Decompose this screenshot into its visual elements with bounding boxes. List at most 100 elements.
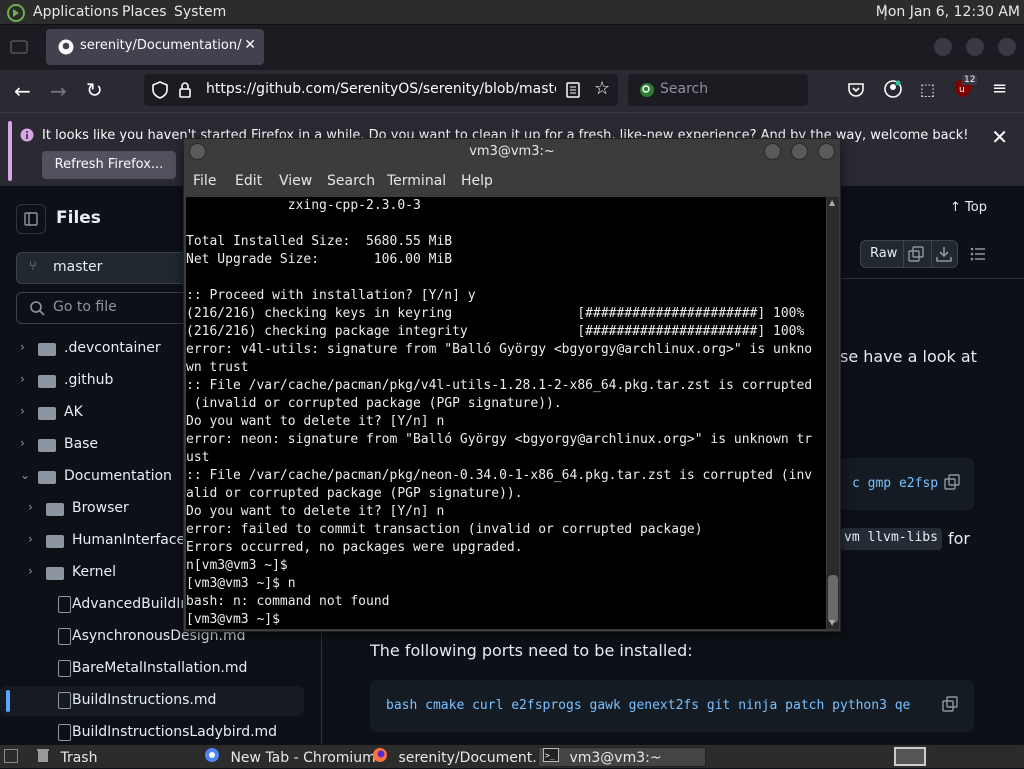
chevron-right-icon[interactable]: › xyxy=(20,404,25,418)
top-link[interactable]: ↑ Top xyxy=(950,200,987,215)
selected-indicator xyxy=(6,690,10,712)
taskbar-item-chromium[interactable]: New Tab - Chromium xyxy=(204,747,376,769)
tree-file-item[interactable]: BuildInstructions.md xyxy=(0,686,304,716)
menu-search[interactable]: Search xyxy=(327,173,375,189)
hamburger-menu-icon[interactable]: ≡ xyxy=(992,78,1007,99)
close-icon[interactable] xyxy=(818,143,835,160)
search-bar[interactable]: Search xyxy=(628,74,808,106)
distro-logo-icon[interactable] xyxy=(6,3,26,27)
sidebar-toggle-icon[interactable] xyxy=(16,204,46,234)
menu-file[interactable]: File xyxy=(193,173,216,189)
workspace-switcher[interactable] xyxy=(894,747,926,766)
url-bar[interactable]: https://github.com/SerenityOS/serenity/b… xyxy=(144,74,618,106)
menu-places[interactable]: Places xyxy=(122,4,167,20)
maximize-icon[interactable] xyxy=(791,143,808,160)
scroll-down-icon[interactable]: ▼ xyxy=(829,618,835,627)
terminal-scrollbar[interactable]: ▲ ▼ xyxy=(827,197,839,629)
chromium-icon xyxy=(204,747,220,769)
menu-help[interactable]: Help xyxy=(461,173,493,189)
forward-arrow-icon[interactable]: → xyxy=(50,79,67,103)
search-input[interactable]: Search xyxy=(660,81,708,97)
file-icon xyxy=(58,628,71,645)
ports-heading: The following ports need to be installed… xyxy=(370,641,693,660)
firefox-icon xyxy=(372,747,388,769)
tab-overview-icon[interactable] xyxy=(10,39,28,59)
folder-icon xyxy=(38,407,56,420)
maximize-icon[interactable] xyxy=(966,38,984,56)
minimize-icon[interactable] xyxy=(764,143,781,160)
menu-terminal[interactable]: Terminal xyxy=(387,173,446,189)
chevron-right-icon[interactable]: › xyxy=(28,564,33,578)
reload-icon[interactable]: ↻ xyxy=(86,78,103,102)
files-title: Files xyxy=(56,208,101,228)
close-window-icon[interactable] xyxy=(998,38,1016,56)
scrollbar-thumb[interactable] xyxy=(828,575,838,623)
copy-code-icon[interactable] xyxy=(944,474,960,494)
shield-icon[interactable] xyxy=(152,81,168,103)
arrow-up-icon: ↑ xyxy=(950,200,961,215)
window-menu-icon[interactable] xyxy=(189,143,206,160)
reader-view-icon[interactable] xyxy=(566,82,580,102)
menu-system[interactable]: System xyxy=(174,4,226,20)
taskbar-item-terminal[interactable]: >_ vm3@vm3:~ xyxy=(538,747,706,767)
copy-code-icon[interactable] xyxy=(942,696,958,716)
menu-view[interactable]: View xyxy=(279,173,312,189)
chevron-right-icon[interactable]: › xyxy=(28,532,33,546)
folder-icon xyxy=(46,503,64,516)
clock[interactable]: Mon Jan 6, 12:30 AM xyxy=(876,4,1020,20)
account-icon[interactable] xyxy=(884,80,902,102)
scroll-up-icon[interactable]: ▲ xyxy=(829,198,835,207)
folder-icon xyxy=(38,439,56,452)
lock-icon[interactable] xyxy=(178,81,192,103)
folder-icon xyxy=(38,375,56,388)
extension-badge: 12 xyxy=(962,75,978,85)
taskbar-label: serenity/Document... xyxy=(398,750,546,766)
search-icon xyxy=(29,300,45,320)
terminal-line: zxing-cpp-2.3.0-3 xyxy=(186,198,421,213)
chevron-right-icon[interactable]: › xyxy=(20,340,25,354)
top-link-label: Top xyxy=(965,200,987,215)
chevron-right-icon[interactable]: › xyxy=(28,500,33,514)
browser-tab[interactable]: serenity/Documentation/Bu ✕ xyxy=(46,29,264,65)
tree-file-item[interactable]: BareMetalInstallation.md xyxy=(0,654,304,684)
outline-list-icon[interactable] xyxy=(970,246,986,265)
taskbar-item-trash[interactable]: Trash xyxy=(36,747,196,767)
folder-icon xyxy=(46,567,64,580)
folder-icon xyxy=(38,471,56,484)
taskbar-item-firefox[interactable]: serenity/Document... xyxy=(372,747,546,769)
pocket-icon[interactable] xyxy=(848,81,864,101)
svg-text:>_: >_ xyxy=(545,751,555,760)
extensions-icon[interactable]: ⬚ xyxy=(920,80,935,99)
terminal-line: (216/216) checking package integrity [##… xyxy=(186,324,805,339)
terminal-output[interactable]: zxing-cpp-2.3.0-3 Total Installed Size: 5… xyxy=(186,197,826,629)
bookmark-star-icon[interactable]: ☆ xyxy=(594,78,610,99)
tree-item-label: HumanInterfaceG xyxy=(72,532,197,548)
download-icon[interactable] xyxy=(936,246,952,266)
terminal-line: error: v4l-utils: signature from "Balló … xyxy=(186,342,813,357)
terminal-line: Errors occurred, no packages were upgrad… xyxy=(186,540,523,555)
terminal-titlebar[interactable]: vm3@vm3:~ xyxy=(184,139,840,165)
folder-icon xyxy=(46,535,64,548)
chevron-down-icon[interactable]: ⌄ xyxy=(20,468,30,482)
tab-close-icon[interactable]: ✕ xyxy=(244,37,256,53)
copy-icon[interactable] xyxy=(908,246,924,266)
terminal-window[interactable]: vm3@vm3:~ File Edit View Search Terminal… xyxy=(183,138,841,632)
terminal-line: Do you want to delete it? [Y/n] n xyxy=(186,504,445,519)
url-text: https://github.com/SerenityOS/serenity/b… xyxy=(206,81,556,97)
chevron-right-icon[interactable]: › xyxy=(20,436,25,450)
minimize-icon[interactable] xyxy=(934,38,952,56)
terminal-line: Do you want to delete it? [Y/n] n xyxy=(186,414,445,429)
chevron-right-icon[interactable]: › xyxy=(20,372,25,386)
show-desktop-icon[interactable] xyxy=(4,749,18,763)
refresh-firefox-button[interactable]: Refresh Firefox... xyxy=(42,151,176,179)
menu-applications[interactable]: Applications xyxy=(33,4,119,20)
back-arrow-icon[interactable]: ← xyxy=(14,79,31,103)
terminal-line: [vm3@vm3 ~]$ xyxy=(186,612,288,627)
menu-edit[interactable]: Edit xyxy=(235,173,262,189)
raw-button[interactable]: Raw xyxy=(870,246,897,261)
search-engine-icon[interactable] xyxy=(638,81,656,103)
notice-close-icon[interactable]: ✕ xyxy=(991,125,1008,149)
terminal-icon: >_ xyxy=(543,748,559,768)
workspace-empty[interactable] xyxy=(938,747,1018,766)
